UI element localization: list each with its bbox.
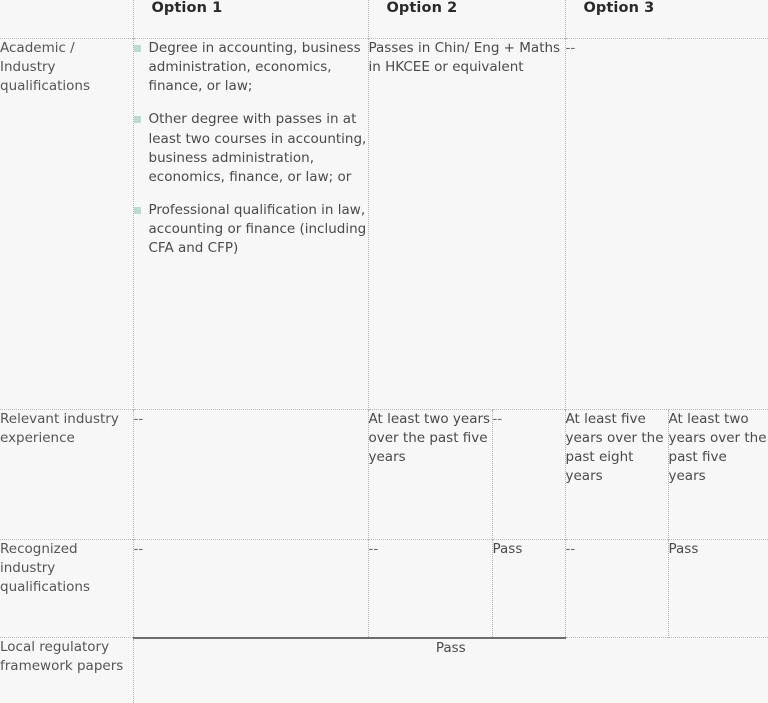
cell-experience-option2-a: At least two years over the past five ye… [367, 408, 492, 540]
header-option-2: Option 2 [367, 0, 565, 39]
cell-recognized-option3-a: -- [564, 539, 668, 638]
list-item: Professional qualification in law, accou… [133, 201, 368, 258]
table-row: Academic / Industry qualifications Degre… [0, 38, 768, 410]
list-item-text: Other degree with passes in at least two… [148, 111, 367, 185]
academic-option1-bullet-list: Degree in accounting, business administr… [133, 39, 368, 259]
row-header-academic-qualifications: Academic / Industry qualifications [0, 38, 133, 410]
row-header-relevant-experience: Relevant industry experience [0, 408, 133, 540]
table-header-row: Option 1 Option 2 Option 3 [0, 0, 768, 39]
cell-local-regulatory-all-options: Pass [132, 637, 768, 703]
header-option-2-label: Option 2 [386, 0, 458, 16]
cell-academic-option3: -- [564, 38, 768, 410]
row-header-recognized-qualifications: Recognized industry qualifications [0, 539, 133, 638]
square-bullet-icon [133, 116, 141, 124]
cell-academic-option2: Passes in Chin/ Eng + Maths in HKCEE or … [367, 38, 565, 410]
list-item-text: Degree in accounting, business administr… [148, 40, 361, 95]
cell-experience-option1: -- [132, 408, 368, 540]
cell-recognized-option2-b: Pass [491, 539, 565, 639]
list-item: Other degree with passes in at least two… [133, 110, 368, 187]
row-header-local-regulatory-papers: Local regulatory framework papers [0, 637, 133, 703]
cell-experience-option3-a: At least five years over the past eight … [564, 408, 668, 540]
cell-experience-option2-b: -- [491, 408, 565, 540]
list-item-text: Professional qualification in law, accou… [148, 202, 367, 257]
header-option-1-label: Option 1 [151, 0, 223, 16]
header-corner-cell [0, 0, 133, 39]
cell-recognized-option1: -- [132, 539, 368, 639]
cell-recognized-option3-b: Pass [667, 539, 768, 638]
cell-recognized-option2-a: -- [367, 539, 492, 639]
square-bullet-icon [133, 207, 141, 215]
list-item: Degree in accounting, business administr… [133, 39, 368, 96]
header-option-1: Option 1 [132, 0, 368, 39]
square-bullet-icon [133, 45, 141, 52]
header-option-3-label: Option 3 [583, 0, 655, 16]
table-row: Local regulatory framework papers Pass [0, 637, 768, 703]
header-option-3: Option 3 [564, 0, 768, 39]
cell-academic-option1: Degree in accounting, business administr… [132, 38, 368, 410]
qualifications-comparison-table: Option 1 Option 2 Option 3 Academic / In… [0, 0, 768, 703]
table-row: Relevant industry experience -- At least… [0, 408, 768, 540]
table-row: Recognized industry qualifications -- --… [0, 539, 768, 639]
cell-experience-option3-b: At least two years over the past five ye… [667, 408, 768, 540]
